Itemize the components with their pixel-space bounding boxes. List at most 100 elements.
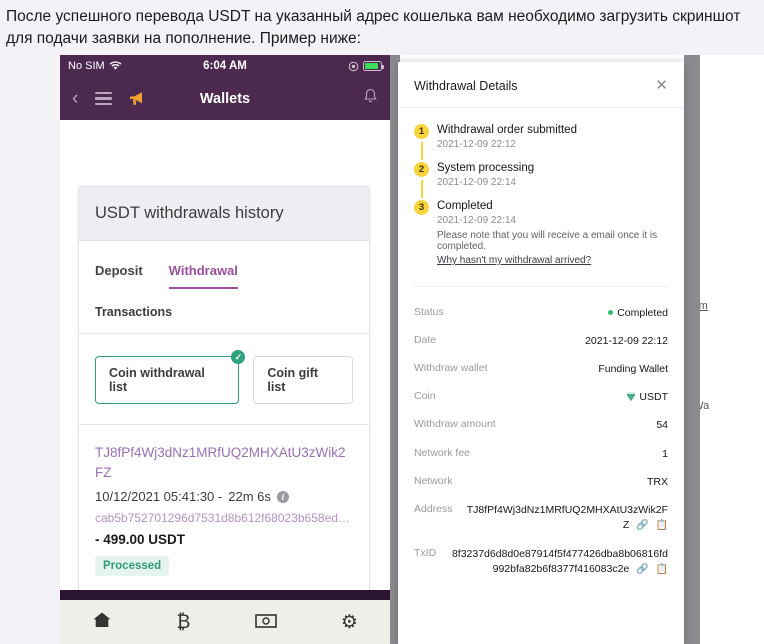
step-title: System processing	[437, 162, 535, 174]
check-icon: ✓	[231, 350, 246, 364]
detail-value: TJ8fPf4Wj3dNz1MRfUQ2MHXAtU3zWik2FZ 🔗 📋	[463, 503, 668, 534]
coin-value: USDT	[639, 391, 668, 404]
detail-row-date: Date 2021-12-09 22:12	[414, 327, 668, 355]
bitcoin-icon[interactable]: ₿	[176, 613, 190, 632]
withdrawal-details-panel: Withdrawal Details ✕ 1 Withdrawal order …	[398, 62, 684, 644]
card-title: USDT withdrawals history	[79, 187, 369, 241]
timeline-step: 3 Completed 2021-12-09 22:14 Please note…	[414, 200, 668, 272]
card-body: Deposit Withdrawal Transactions Coin wit…	[79, 241, 369, 592]
detail-row-amount: Withdraw amount 54	[414, 412, 668, 440]
gear-icon[interactable]: ⚙	[341, 613, 358, 632]
coin-gift-list-label: Coin gift list	[267, 366, 319, 394]
external-link-icon[interactable]: 🔗	[636, 563, 648, 578]
step-connector	[421, 180, 423, 198]
step-number: 2	[414, 162, 429, 177]
detail-row-network: Network TRX	[414, 468, 668, 496]
detail-value: 54	[656, 419, 668, 432]
backdrop-scrim-right	[684, 55, 700, 644]
intro-paragraph: После успешного перевода USDT на указанн…	[6, 8, 741, 47]
external-link-icon[interactable]: 🔗	[636, 519, 648, 534]
panel-title: Withdrawal Details	[414, 78, 518, 93]
coin-withdrawal-list-button[interactable]: Coin withdrawal list ✓	[95, 350, 246, 404]
dark-strip	[60, 590, 390, 600]
tab-deposit[interactable]: Deposit	[95, 263, 143, 289]
status-timeline: 1 Withdrawal order submitted 2021-12-09 …	[398, 108, 684, 278]
tether-icon	[627, 393, 636, 402]
detail-row-wallet: Withdraw wallet Funding Wallet	[414, 355, 668, 383]
detail-value: 1	[662, 447, 668, 460]
step-number: 3	[414, 200, 429, 215]
withdrawal-help-link[interactable]: Why hasn't my withdrawal arrived?	[437, 255, 591, 266]
detail-value: USDT	[626, 390, 668, 405]
detail-value: Completed	[608, 306, 668, 321]
coin-withdrawal-list-label: Coin withdrawal list	[109, 366, 205, 394]
detail-label: Network	[414, 474, 453, 487]
bell-icon[interactable]	[363, 88, 378, 109]
details-rows: Status Completed Date 2021-12-09 22:12 W…	[398, 287, 684, 600]
detail-label: TxID	[414, 546, 437, 559]
detail-label: Date	[414, 333, 437, 346]
detail-label: Address	[414, 503, 453, 516]
transaction-amount: - 499.00 USDT	[95, 532, 186, 548]
nav-left-icons: ‹	[72, 89, 147, 108]
status-value: Completed	[617, 306, 668, 319]
detail-label: Status	[414, 305, 444, 318]
phone-screenshot: No SIM 6:04 AM ‹ Wallets USDT withdrawal…	[60, 55, 390, 644]
chevron-left-icon[interactable]: ‹	[72, 89, 78, 108]
transaction-datetime: 10/12/2021 05:41:30 -	[95, 489, 223, 505]
step-date: 2021-12-09 22:12	[437, 139, 516, 150]
step-number: 1	[414, 124, 429, 139]
transaction-hash[interactable]: cab5b752701296d7531d8b612f68023b658ed…	[95, 511, 353, 525]
bottom-nav-bar: ₿ ⚙	[60, 600, 390, 644]
status-bar-time: 6:04 AM	[203, 60, 247, 72]
transactions-label: Transactions	[95, 305, 173, 319]
step-date: 2021-12-09 22:14	[437, 215, 516, 226]
detail-value: TRX	[647, 475, 668, 488]
phone-content: USDT withdrawals history Deposit Withdra…	[60, 120, 390, 644]
detail-row-address: Address TJ8fPf4Wj3dNz1MRfUQ2MHXAtU3zWik2…	[414, 497, 668, 541]
status-bar: No SIM 6:04 AM	[60, 55, 390, 77]
megaphone-icon[interactable]	[129, 91, 147, 106]
status-bar-right	[348, 61, 384, 72]
app-nav-bar: ‹ Wallets	[60, 77, 390, 120]
detail-value: 8f3237d6d8d0e87914f5f477426dba8b06816fd9…	[446, 547, 668, 578]
info-icon[interactable]: i	[276, 490, 289, 503]
coin-gift-list-button[interactable]: Coin gift list	[253, 356, 353, 404]
timeline-step: 1 Withdrawal order submitted 2021-12-09 …	[414, 124, 668, 162]
banknote-icon[interactable]	[254, 613, 277, 632]
timeline-step: 2 System processing 2021-12-09 22:14	[414, 162, 668, 200]
step-title: Withdrawal order submitted	[437, 124, 577, 136]
transaction-address[interactable]: TJ8fPf4Wj3dNz1MRfUQ2MHXAtU3zWik2FZ	[95, 443, 353, 482]
detail-label: Withdraw amount	[414, 418, 496, 431]
battery-charging-icon	[363, 61, 384, 71]
step-date: 2021-12-09 22:14	[437, 177, 516, 188]
detail-label: Network fee	[414, 446, 471, 459]
step-note: Please note that you will receive a emai…	[437, 230, 658, 252]
panel-header: Withdrawal Details ✕	[398, 62, 684, 108]
withdrawals-history-card: USDT withdrawals history Deposit Withdra…	[78, 186, 370, 594]
detail-label: Coin	[414, 390, 436, 403]
hamburger-menu-icon[interactable]	[95, 91, 113, 106]
detail-label: Withdraw wallet	[414, 361, 488, 374]
detail-row-txid: TxID 8f3237d6d8d0e87914f5f477426dba8b068…	[414, 540, 668, 584]
detail-value: Funding Wallet	[598, 362, 668, 375]
step-connector	[421, 142, 423, 160]
copy-icon[interactable]: 📋	[656, 563, 668, 578]
location-icon	[348, 61, 359, 71]
home-icon[interactable]	[92, 611, 112, 633]
status-badge: Processed	[95, 556, 170, 577]
status-dot-icon	[608, 310, 614, 316]
transaction-duration: 22m 6s	[228, 489, 271, 505]
detail-row-coin: Coin USDT	[414, 384, 668, 412]
tab-withdrawal[interactable]: Withdrawal	[168, 263, 238, 289]
detail-row-fee: Network fee 1	[414, 440, 668, 468]
tab-bar: Deposit Withdrawal	[95, 241, 353, 289]
close-icon[interactable]: ✕	[655, 78, 668, 93]
detail-value: 2021-12-09 22:12	[585, 334, 668, 347]
detail-row-status: Status Completed	[414, 299, 668, 327]
copy-icon[interactable]: 📋	[656, 519, 668, 534]
step-title: Completed	[437, 200, 493, 212]
list-type-chips: Coin withdrawal list ✓ Coin gift list	[95, 334, 353, 424]
transaction-item[interactable]: TJ8fPf4Wj3dNz1MRfUQ2MHXAtU3zWik2FZ 10/12…	[95, 425, 353, 577]
transaction-meta: 10/12/2021 05:41:30 - 22m 6s i	[95, 489, 353, 504]
